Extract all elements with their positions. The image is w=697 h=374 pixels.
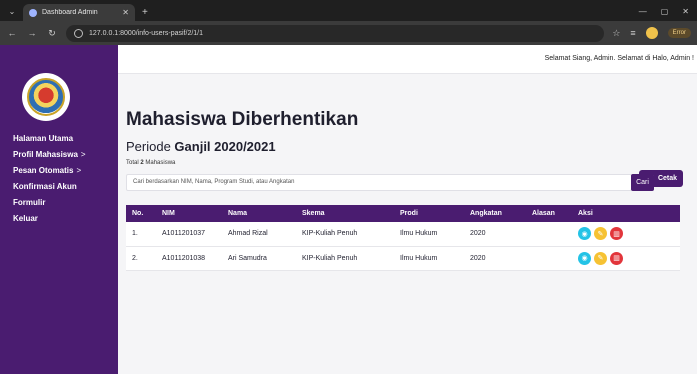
tab-title: Dashboard Admin: [42, 9, 98, 16]
site-info-icon[interactable]: [74, 28, 83, 38]
address-bar[interactable]: 127.0.0.1:8000/info-users-pasif/2/1/1: [66, 24, 605, 42]
university-logo: [22, 73, 70, 121]
edit-icon[interactable]: ✎: [594, 251, 607, 265]
view-eye-icon[interactable]: ◉: [578, 227, 591, 241]
table-row: 1. A1011201037 Ahmad Rizal KIP-Kuliah Pe…: [126, 222, 680, 247]
address-url: 127.0.0.1:8000/info-users-pasif/2/1/1: [89, 29, 204, 37]
bookmark-star-icon[interactable]: ☆: [612, 28, 620, 39]
period-heading: Periode Ganjil 2020/2021: [126, 139, 276, 154]
search-input[interactable]: Cari berdasarkan NIM, Nama, Program Stud…: [126, 174, 632, 191]
sidebar-item-keluar[interactable]: Keluar: [13, 211, 86, 227]
browser-tab-bar: ⌄ Dashboard Admin ✕ + — ▢ ✕: [0, 0, 697, 21]
page-title: Mahasiswa Diberhentikan: [126, 109, 359, 130]
restore-icon[interactable]: ▢: [661, 7, 669, 16]
sidebar: Halaman Utama Profil Mahasiswa > Pesan Ot…: [0, 45, 118, 374]
greeting-text: Selamat Siang, Admin. Selamat di Halo, A…: [544, 55, 694, 62]
browser-toolbar: ← → ↻ 127.0.0.1:8000/info-users-pasif/2/…: [0, 21, 697, 45]
students-table: No. NIM Nama Skema Prodi Angkatan Alasan…: [126, 205, 680, 271]
profile-avatar[interactable]: [645, 27, 658, 39]
col-nama: Nama: [228, 210, 248, 217]
reload-icon[interactable]: ↻: [46, 28, 58, 39]
delete-trash-icon[interactable]: ▥: [610, 227, 623, 241]
back-icon[interactable]: ←: [6, 28, 18, 38]
logo-emblem-icon: [27, 78, 65, 116]
sidebar-menu: Halaman Utama Profil Mahasiswa > Pesan Ot…: [13, 131, 86, 227]
edit-icon[interactable]: ✎: [594, 227, 607, 241]
new-tab-icon[interactable]: +: [142, 7, 148, 18]
sidebar-item-profil-mahasiswa[interactable]: Profil Mahasiswa >: [13, 147, 86, 163]
period-value: Ganjil 2020/2021: [174, 139, 276, 154]
window-close-icon[interactable]: ✕: [682, 7, 689, 16]
chevron-right-icon: >: [76, 166, 82, 175]
col-nim: NIM: [162, 210, 175, 217]
col-angkatan: Angkatan: [470, 210, 502, 217]
col-no: No.: [132, 210, 144, 217]
window-controls: — ▢ ✕: [639, 7, 697, 21]
favicon-icon: [29, 8, 37, 17]
minimize-icon[interactable]: —: [639, 7, 647, 16]
sidebar-item-halaman-utama[interactable]: Halaman Utama: [13, 131, 86, 147]
col-alasan: Alasan: [532, 210, 555, 217]
top-bar: Selamat Siang, Admin. Selamat di Halo, A…: [118, 45, 697, 74]
delete-trash-icon[interactable]: ▥: [610, 251, 623, 265]
total-count: Total 2 Mahasiswa: [126, 160, 176, 166]
chevron-right-icon: >: [80, 150, 86, 159]
col-skema: Skema: [302, 210, 325, 217]
tab-search-icon[interactable]: ⌄: [4, 4, 20, 18]
error-badge[interactable]: Error: [667, 28, 691, 38]
tab-close-icon[interactable]: ✕: [122, 8, 129, 17]
view-eye-icon[interactable]: ◉: [578, 251, 591, 265]
browser-tab[interactable]: Dashboard Admin ✕: [23, 4, 135, 21]
col-prodi: Prodi: [400, 210, 418, 217]
table-header-row: No. NIM Nama Skema Prodi Angkatan Alasan…: [126, 205, 680, 222]
extensions-icon[interactable]: ≡: [630, 28, 635, 38]
table-row: 2. A1011201038 Ari Samudra KIP-Kuliah Pe…: [126, 246, 680, 271]
search-button[interactable]: Cari: [631, 174, 654, 191]
forward-icon[interactable]: →: [26, 28, 38, 38]
col-aksi: Aksi: [578, 210, 593, 217]
sidebar-item-konfirmasi-akun[interactable]: Konfirmasi Akun: [13, 179, 86, 195]
sidebar-item-pesan-otomatis[interactable]: Pesan Otomatis >: [13, 163, 86, 179]
sidebar-item-formulir[interactable]: Formulir: [13, 195, 86, 211]
main-content: Mahasiswa Diberhentikan Periode Ganjil 2…: [118, 74, 697, 374]
